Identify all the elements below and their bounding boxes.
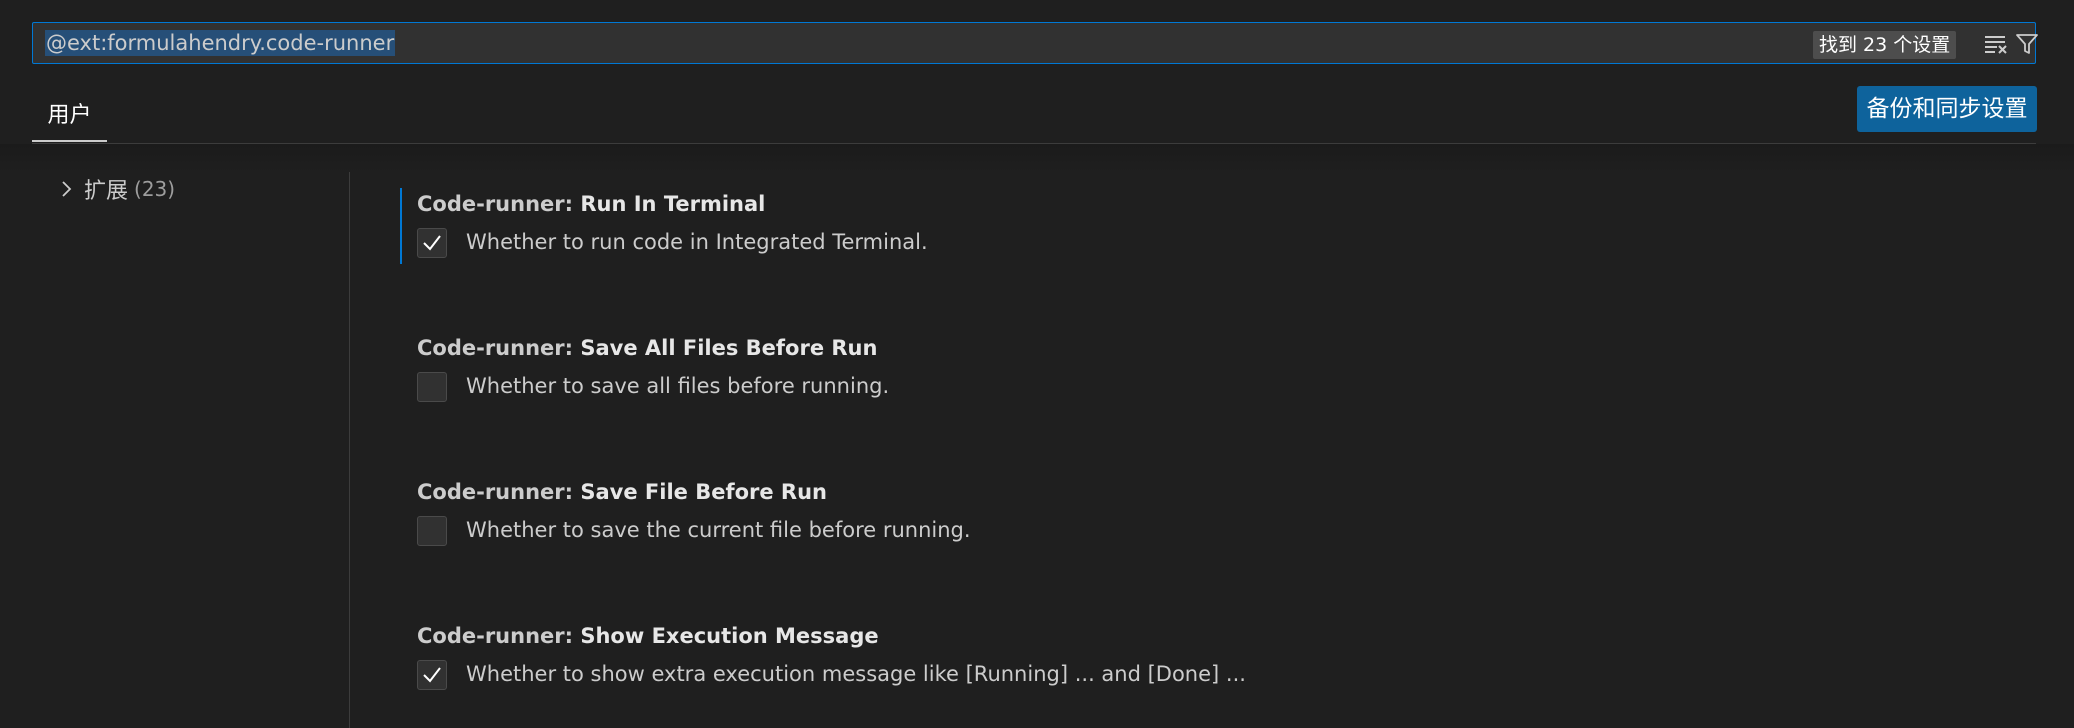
setting-title: Code-runner: Show Execution Message (417, 624, 879, 648)
filter-icon[interactable] (2013, 30, 2041, 58)
checkmark-icon (423, 235, 441, 251)
settings-search-box[interactable]: @ext:formulahendry.code-runner 找到 23 个设置 (32, 22, 2038, 64)
setting-run-in-terminal: Code-runner: Run In Terminal Whether to … (400, 188, 2002, 288)
setting-description: Whether to show extra execution message … (466, 662, 1246, 686)
run-in-terminal-checkbox[interactable] (417, 228, 447, 258)
toc-item-extensions[interactable]: 扩展 (23) (56, 172, 175, 206)
clear-filter-icon[interactable] (1982, 30, 2010, 58)
toc-item-count: (23) (134, 177, 176, 201)
toc-item-label: 扩展 (84, 179, 129, 204)
setting-title: Code-runner: Save File Before Run (417, 480, 827, 504)
backup-sync-button[interactable]: 备份和同步设置 (1857, 86, 2037, 132)
checkmark-icon (423, 667, 441, 683)
setting-save-all-files-before-run: Code-runner: Save All Files Before Run W… (402, 332, 2002, 432)
setting-show-execution-message: Code-runner: Show Execution Message Whet… (402, 620, 2002, 720)
header-shadow (0, 144, 2074, 172)
save-all-files-checkbox[interactable] (417, 372, 447, 402)
result-count-badge: 找到 23 个设置 (1813, 31, 1957, 59)
setting-title: Code-runner: Save All Files Before Run (417, 336, 878, 360)
setting-save-file-before-run: Code-runner: Save File Before Run Whethe… (402, 476, 2002, 576)
tab-user[interactable]: 用户 (32, 96, 107, 142)
toc-sash[interactable] (349, 172, 350, 728)
save-file-checkbox[interactable] (417, 516, 447, 546)
setting-title: Code-runner: Run In Terminal (417, 192, 766, 216)
show-execution-message-checkbox[interactable] (417, 660, 447, 690)
setting-description: Whether to run code in Integrated Termin… (466, 230, 928, 254)
search-input[interactable]: @ext:formulahendry.code-runner (45, 30, 396, 56)
setting-description: Whether to save the current file before … (466, 518, 971, 542)
chevron-right-icon (62, 181, 72, 197)
setting-description: Whether to save all files before running… (466, 374, 890, 398)
